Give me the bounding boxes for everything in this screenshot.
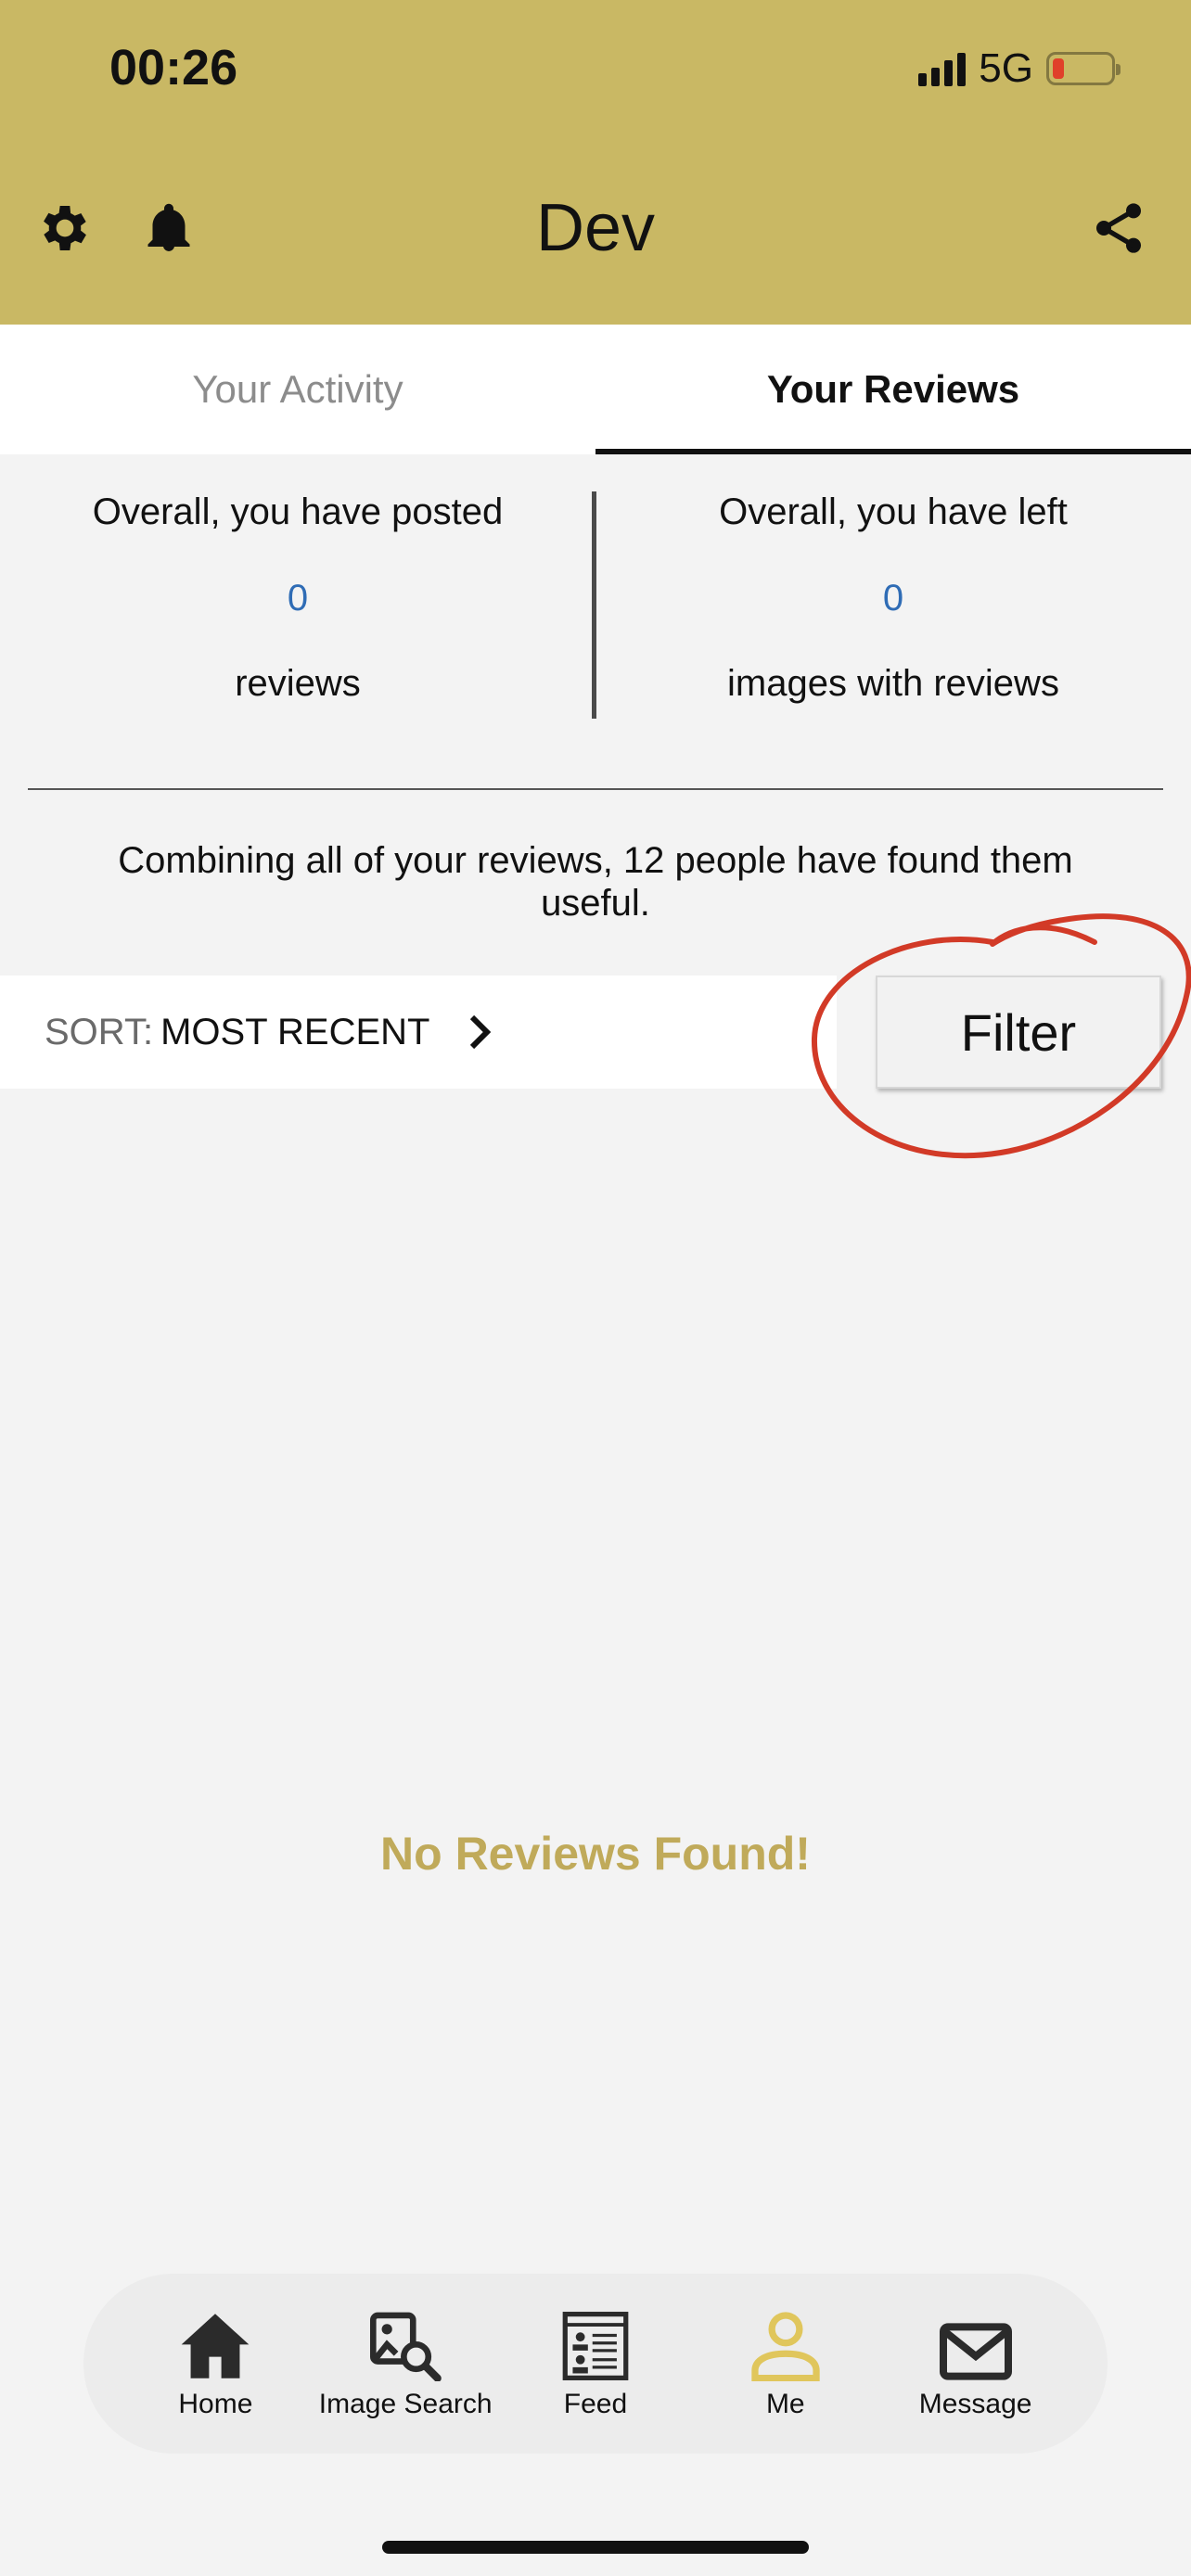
status-indicators: 5G [918, 41, 1121, 96]
divider [592, 491, 596, 719]
mail-icon [939, 2307, 1013, 2381]
signal-icon [918, 51, 967, 86]
filter-button[interactable]: Filter [876, 976, 1161, 1089]
feed-icon [562, 2307, 629, 2381]
posted-reviews-count: 0 [287, 577, 309, 618]
nav-label: Home [178, 2389, 253, 2419]
stat-label: Overall, you have left [719, 491, 1068, 532]
divider [28, 788, 1163, 790]
nav-label: Feed [563, 2389, 628, 2419]
battery-icon [1046, 52, 1121, 85]
nav-label: Image Search [318, 2389, 493, 2419]
stat-label: images with reviews [727, 663, 1059, 704]
network-type: 5G [979, 45, 1033, 91]
images-with-reviews-count: 0 [882, 577, 904, 618]
nav-label: Message [918, 2389, 1032, 2419]
nav-me[interactable]: Me [693, 2307, 878, 2420]
home-icon [178, 2307, 252, 2381]
app-header: 00:26 5G Dev [0, 0, 1191, 325]
nav-home[interactable]: Home [122, 2307, 308, 2420]
tab-bar: Your Activity Your Reviews [0, 325, 1191, 454]
nav-image-search[interactable]: Image Search [313, 2307, 498, 2420]
nav-label: Me [765, 2389, 805, 2419]
image-search-icon [368, 2307, 442, 2381]
images-with-reviews-stat: Overall, you have left 0 images with rev… [596, 482, 1191, 705]
useful-summary: Combining all of your reviews, 12 people… [118, 840, 1073, 924]
stat-label: Overall, you have posted [92, 491, 504, 532]
tab-your-reviews[interactable]: Your Reviews [596, 325, 1191, 454]
empty-state-message: No Reviews Found! [380, 1828, 811, 1880]
bottom-nav: Home Image Search Feed Me Message [83, 2274, 1108, 2454]
stat-label: reviews [235, 663, 361, 704]
person-icon [749, 2307, 823, 2381]
sort-selector[interactable]: SORT: MOST RECENT [0, 976, 837, 1089]
page-title: Dev [535, 191, 656, 265]
share-icon[interactable] [1085, 195, 1152, 261]
sort-value: MOST RECENT [160, 1011, 430, 1052]
nav-message[interactable]: Message [883, 2307, 1069, 2420]
posted-reviews-stat: Overall, you have posted 0 reviews [0, 482, 596, 705]
tab-your-activity[interactable]: Your Activity [0, 325, 596, 454]
sort-label: SORT: [45, 1011, 154, 1052]
chevron-right-icon [468, 1014, 493, 1051]
home-indicator[interactable] [382, 2541, 809, 2554]
status-time: 00:26 [109, 40, 238, 96]
nav-feed[interactable]: Feed [503, 2307, 688, 2420]
review-stats: Overall, you have posted 0 reviews Overa… [0, 482, 1191, 723]
